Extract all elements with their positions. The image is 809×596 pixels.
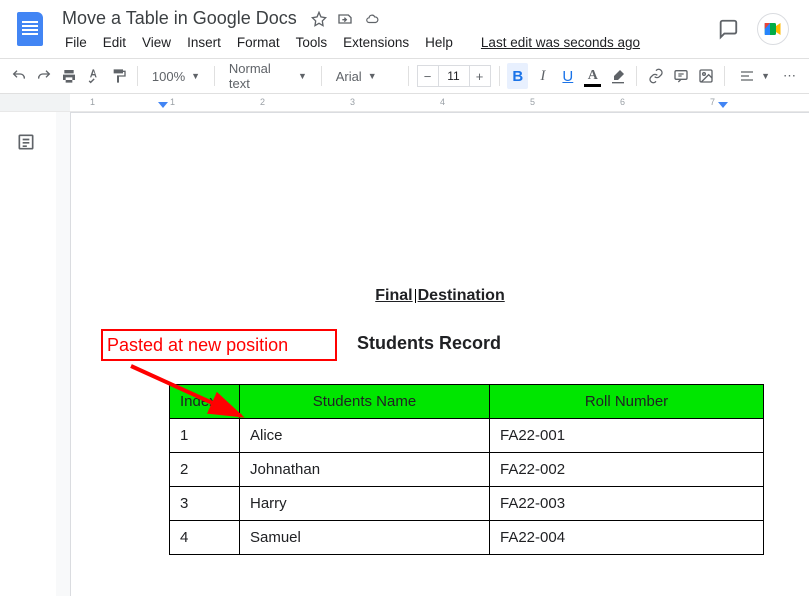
style-select[interactable]: Normal text▼ [223,63,313,89]
ruler-tick: 1 [170,97,175,107]
editor-area: FinalDestination Pasted at new position … [0,112,809,596]
last-edit-link[interactable]: Last edit was seconds ago [474,33,647,52]
font-size-control: − 11 + [417,65,491,87]
font-size-decrease[interactable]: − [417,65,439,87]
menu-extensions[interactable]: Extensions [336,33,416,52]
table-cell[interactable]: FA22-004 [490,521,764,555]
ruler-tick: 2 [260,97,265,107]
separator [408,66,409,86]
ruler-tick: 4 [440,97,445,107]
separator [724,66,725,86]
image-button[interactable] [695,63,716,89]
ruler-tick: 3 [350,97,355,107]
italic-button[interactable]: I [532,63,553,89]
app-header: Move a Table in Google Docs File Edit Vi… [0,0,809,52]
text-color-button[interactable]: A [582,63,603,89]
table-row[interactable]: 4 Samuel FA22-004 [170,521,764,555]
zoom-select[interactable]: 100%▼ [146,63,206,89]
page-header-text[interactable]: FinalDestination [111,287,769,305]
outline-icon[interactable] [16,132,40,156]
star-icon[interactable] [311,11,327,27]
table-row[interactable]: 2 Johnathan FA22-002 [170,453,764,487]
ruler-tick: 5 [530,97,535,107]
paint-format-button[interactable] [108,63,129,89]
align-button[interactable]: ▼ [733,63,776,89]
left-rail [0,112,56,596]
table-cell[interactable]: 4 [170,521,240,555]
underline-button[interactable]: U [557,63,578,89]
link-button[interactable] [645,63,666,89]
page[interactable]: FinalDestination Pasted at new position … [70,112,809,596]
bold-button[interactable]: B [507,63,528,89]
table-cell[interactable]: 3 [170,487,240,521]
annotation-arrow-icon [121,361,271,431]
ruler[interactable]: 1 1 2 3 4 5 6 7 [0,94,809,112]
table-cell[interactable]: Harry [240,487,490,521]
annotation-text: Pasted at new position [107,335,288,356]
right-indent-marker-icon[interactable] [718,102,728,108]
redo-button[interactable] [33,63,54,89]
menu-view[interactable]: View [135,33,178,52]
ruler-tick: 6 [620,97,625,107]
table-cell[interactable]: Alice [240,419,490,453]
font-select[interactable]: Arial▼ [330,63,400,89]
menu-edit[interactable]: Edit [96,33,133,52]
highlight-button[interactable] [607,63,628,89]
page-canvas[interactable]: FinalDestination Pasted at new position … [56,112,809,596]
table-cell[interactable]: Johnathan [240,453,490,487]
table-cell[interactable]: FA22-003 [490,487,764,521]
annotation-box: Pasted at new position [101,329,337,361]
font-size-increase[interactable]: + [469,65,491,87]
table-header[interactable]: Roll Number [490,385,764,419]
menu-insert[interactable]: Insert [180,33,228,52]
table-cell[interactable]: FA22-001 [490,419,764,453]
ruler-left-margin [0,94,70,111]
cloud-icon[interactable] [363,12,381,26]
docs-logo[interactable] [10,9,50,49]
undo-button[interactable] [8,63,29,89]
document-title[interactable]: Move a Table in Google Docs [58,6,301,31]
ruler-tick: 1 [90,97,95,107]
menu-help[interactable]: Help [418,33,460,52]
print-button[interactable] [58,63,79,89]
menu-format[interactable]: Format [230,33,287,52]
move-icon[interactable] [337,11,353,27]
meet-icon[interactable] [757,13,789,45]
separator [214,66,215,86]
menu-tools[interactable]: Tools [289,33,335,52]
table-cell[interactable]: 2 [170,453,240,487]
comment-button[interactable] [670,63,691,89]
section-title[interactable]: Students Record [357,333,769,354]
comments-icon[interactable] [717,18,739,40]
toolbar: 100%▼ Normal text▼ Arial▼ − 11 + B I U A… [0,58,809,94]
table-header[interactable]: Students Name [240,385,490,419]
table-cell[interactable]: FA22-002 [490,453,764,487]
more-button[interactable]: ⋯ [780,63,801,89]
separator [321,66,322,86]
separator [636,66,637,86]
menu-file[interactable]: File [58,33,94,52]
table-cell[interactable]: Samuel [240,521,490,555]
spellcheck-button[interactable] [83,63,104,89]
menu-bar: File Edit View Insert Format Tools Exten… [58,33,709,52]
separator [499,66,500,86]
indent-marker-icon[interactable] [158,102,168,108]
ruler-tick: 7 [710,97,715,107]
font-size-value[interactable]: 11 [439,65,469,87]
separator [137,66,138,86]
table-row[interactable]: 3 Harry FA22-003 [170,487,764,521]
